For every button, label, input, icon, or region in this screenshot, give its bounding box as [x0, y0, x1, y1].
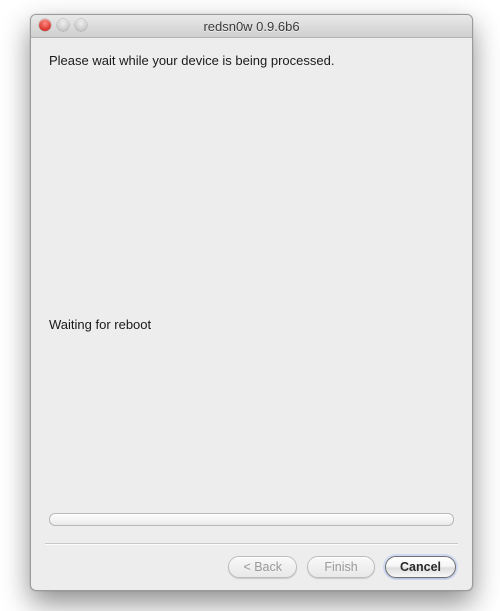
status-text: Waiting for reboot: [49, 317, 151, 332]
finish-button: Finish: [307, 556, 375, 578]
back-button: < Back: [228, 556, 297, 578]
progress-bar: [49, 513, 454, 526]
progress-bar-container: [49, 513, 454, 526]
separator: [45, 543, 458, 544]
zoom-icon[interactable]: [75, 19, 87, 31]
close-icon[interactable]: [39, 19, 51, 31]
window-title: redsn0w 0.9.6b6: [31, 19, 472, 34]
titlebar[interactable]: redsn0w 0.9.6b6: [31, 15, 472, 38]
app-window: redsn0w 0.9.6b6 Please wait while your d…: [30, 14, 473, 591]
button-row: < Back Finish Cancel: [228, 556, 456, 578]
minimize-icon[interactable]: [57, 19, 69, 31]
stage: redsn0w 0.9.6b6 Please wait while your d…: [0, 0, 500, 611]
traffic-lights: [39, 19, 87, 31]
cancel-button[interactable]: Cancel: [385, 556, 456, 578]
content-area: Please wait while your device is being p…: [31, 37, 472, 590]
instruction-text: Please wait while your device is being p…: [49, 53, 454, 70]
